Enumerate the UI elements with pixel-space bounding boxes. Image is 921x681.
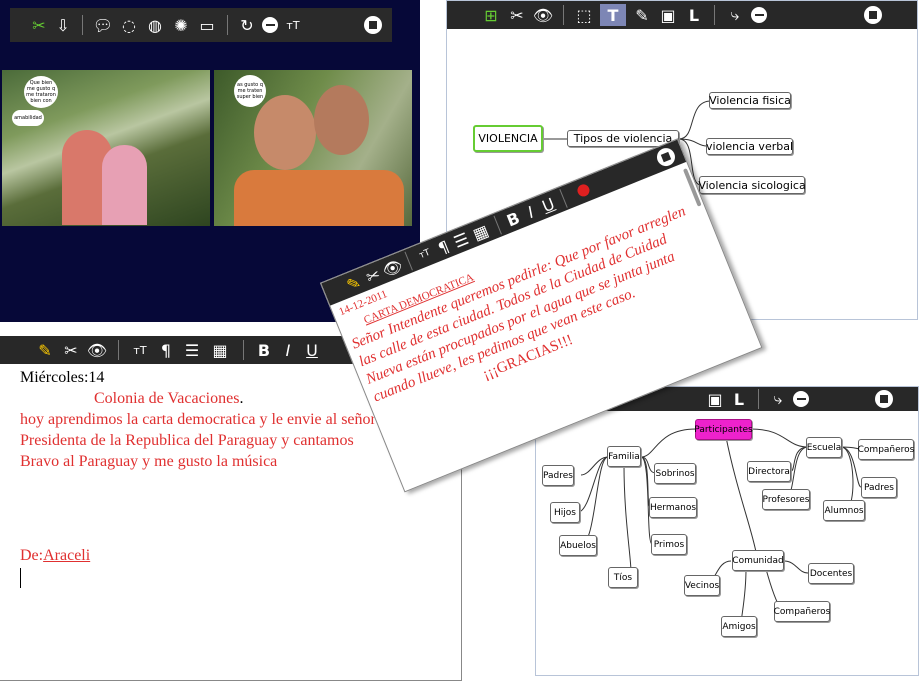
- italic-icon[interactable]: I: [280, 341, 296, 360]
- explosion-bubble-icon[interactable]: ✺: [171, 16, 191, 35]
- directora-node[interactable]: Directora: [747, 461, 791, 482]
- table-icon[interactable]: ▦: [469, 220, 493, 244]
- stop-icon[interactable]: [364, 16, 382, 34]
- text-size-icon[interactable]: тT: [416, 247, 435, 262]
- text-size-icon[interactable]: тT: [284, 19, 302, 32]
- hijos-node[interactable]: Hijos: [550, 502, 580, 523]
- explosion-bubble: amabilidad: [12, 110, 44, 126]
- write-activity-icon[interactable]: ✎: [36, 341, 54, 360]
- toolbar-separator: [243, 340, 244, 360]
- text-cursor: [20, 568, 21, 588]
- diary-title-end: .: [239, 390, 244, 407]
- stop-icon[interactable]: [654, 145, 678, 169]
- toolbar-separator: [227, 15, 228, 35]
- record-icon[interactable]: [575, 182, 592, 199]
- padres-escuela-node[interactable]: Padres: [861, 477, 897, 498]
- diary-title-line: Colonia de Vacaciones.: [20, 388, 380, 409]
- save-icon[interactable]: ⇩: [54, 16, 72, 35]
- amigos-node[interactable]: Amigos: [721, 616, 757, 637]
- speech-bubble: Que bien me gusto q me trataron bien con: [24, 76, 58, 108]
- diary-date: Miércoles:14: [20, 369, 105, 386]
- escuela-node[interactable]: Escuela: [806, 437, 842, 458]
- diary-body: hoy aprendimos la carta democratica y le…: [20, 411, 376, 470]
- list-icon[interactable]: ☰: [183, 341, 201, 360]
- primos-node[interactable]: Primos: [651, 534, 687, 555]
- child-figure: [102, 145, 147, 225]
- abuelos-node[interactable]: Abuelos: [559, 535, 597, 556]
- companeros-comunidad-node[interactable]: Compañeros: [774, 601, 830, 622]
- think-bubble-icon[interactable]: ◌: [119, 16, 139, 35]
- photo-left: Que bien me gusto q me trataron bien con…: [2, 70, 210, 226]
- speech-bubble-icon[interactable]: 💬︎: [93, 16, 113, 35]
- photo-right: as gusto q me traten super bien: [214, 70, 412, 226]
- activity-icon[interactable]: ✂: [30, 16, 48, 35]
- write-activity-icon[interactable]: ✎: [343, 272, 365, 296]
- profesores-node[interactable]: Profesores: [762, 489, 810, 510]
- toolbar-separator: [559, 189, 568, 208]
- photo-toolbar: ✂ ⇩ 💬︎ ◌ ◍ ✺ ▭ ↻ тT: [10, 8, 392, 42]
- toolbar-separator: [82, 15, 83, 35]
- box-bubble-icon[interactable]: ▭: [197, 16, 217, 35]
- rotate-icon[interactable]: ↻: [238, 16, 256, 35]
- underline-icon[interactable]: U: [304, 341, 320, 360]
- clothing: [234, 170, 404, 226]
- woman-face: [314, 85, 369, 155]
- view-icon[interactable]: 👁︎: [379, 255, 405, 280]
- view-icon[interactable]: 👁︎: [87, 341, 107, 360]
- leaf-node[interactable]: Violencia sicologica: [698, 176, 806, 194]
- table-icon[interactable]: ▦: [209, 341, 231, 360]
- toolbar-separator: [493, 215, 502, 235]
- mindmap-participantes-window: ▣ L ⤷ Participantes Familia Escuela Comu…: [535, 386, 919, 676]
- padres-node[interactable]: Padres: [542, 465, 574, 486]
- bold-icon[interactable]: B: [256, 341, 272, 360]
- familia-node[interactable]: Familia: [607, 446, 641, 467]
- remove-icon[interactable]: [262, 17, 278, 33]
- speech-bubble: as gusto q me traten super bien: [234, 75, 266, 107]
- diary-title: Colonia de Vacaciones: [94, 390, 240, 407]
- leaf-node[interactable]: Violencia fisica: [709, 92, 791, 109]
- list-icon[interactable]: ☰: [451, 228, 471, 251]
- docentes-node[interactable]: Docentes: [808, 563, 854, 584]
- diary-signature: De:Araceli: [20, 545, 380, 566]
- diary-text[interactable]: Miércoles:14 Colonia de Vacaciones. hoy …: [20, 367, 380, 588]
- comunidad-node[interactable]: Comunidad: [732, 550, 784, 571]
- toolbar-separator: [404, 251, 413, 271]
- underline-icon[interactable]: U: [538, 193, 558, 216]
- alumnos-node[interactable]: Alumnos: [823, 500, 865, 521]
- whisper-bubble-icon[interactable]: ◍: [145, 16, 165, 35]
- central-node[interactable]: Participantes: [694, 419, 753, 440]
- companeros-node[interactable]: Compañeros: [858, 439, 914, 460]
- text-size-icon[interactable]: тT: [131, 344, 149, 357]
- italic-icon[interactable]: I: [521, 200, 541, 223]
- paragraph-icon[interactable]: ¶: [157, 341, 175, 360]
- bold-icon[interactable]: B: [503, 207, 523, 230]
- signature-prefix: De:: [20, 547, 44, 564]
- vecinos-node[interactable]: Vecinos: [684, 575, 720, 596]
- leaf-node[interactable]: violencia verbal: [706, 138, 793, 155]
- girl-face: [254, 95, 316, 170]
- cut-icon[interactable]: ✂: [62, 341, 80, 360]
- paragraph-icon[interactable]: ¶: [433, 236, 453, 259]
- signature-name: Araceli: [43, 547, 91, 564]
- central-node[interactable]: VIOLENCIA: [473, 125, 543, 152]
- tios-node[interactable]: Tíos: [608, 567, 638, 588]
- hermanos-node[interactable]: Hermanos: [649, 497, 697, 518]
- sobrinos-node[interactable]: Sobrinos: [654, 463, 696, 484]
- toolbar-separator: [118, 340, 119, 360]
